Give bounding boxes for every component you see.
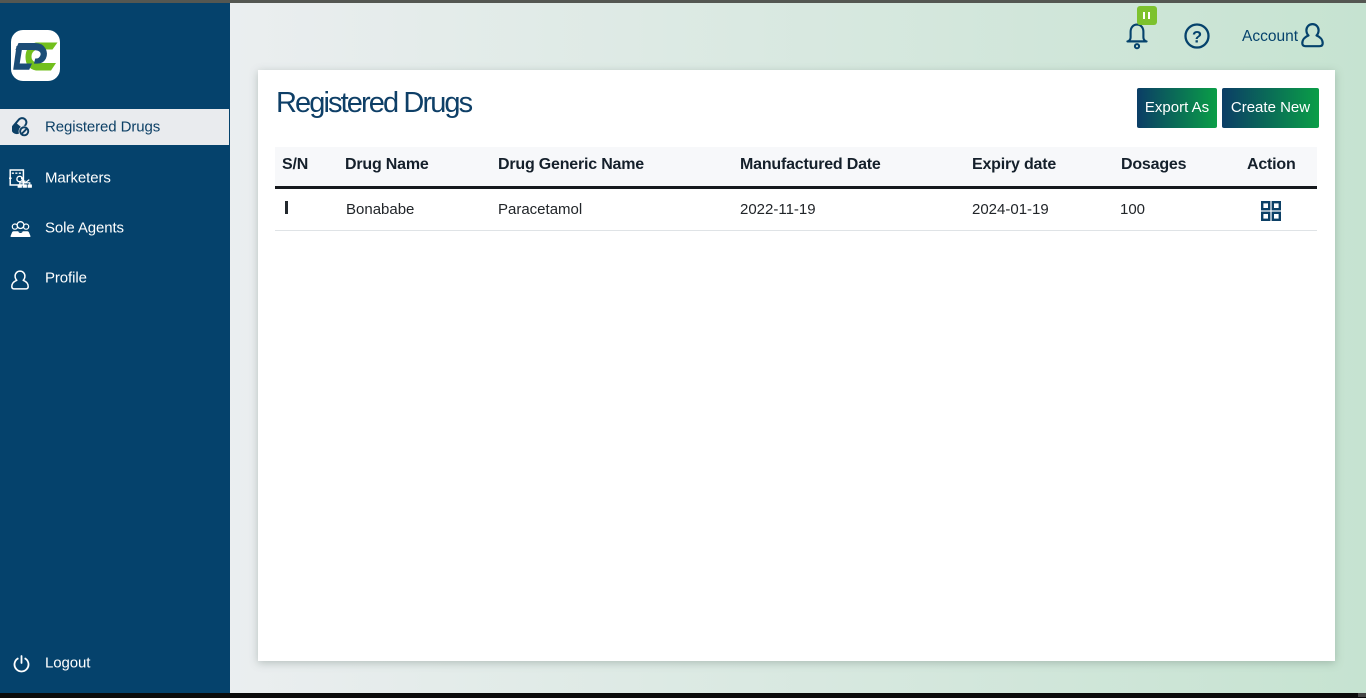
svg-text:?: ? (1192, 28, 1202, 46)
